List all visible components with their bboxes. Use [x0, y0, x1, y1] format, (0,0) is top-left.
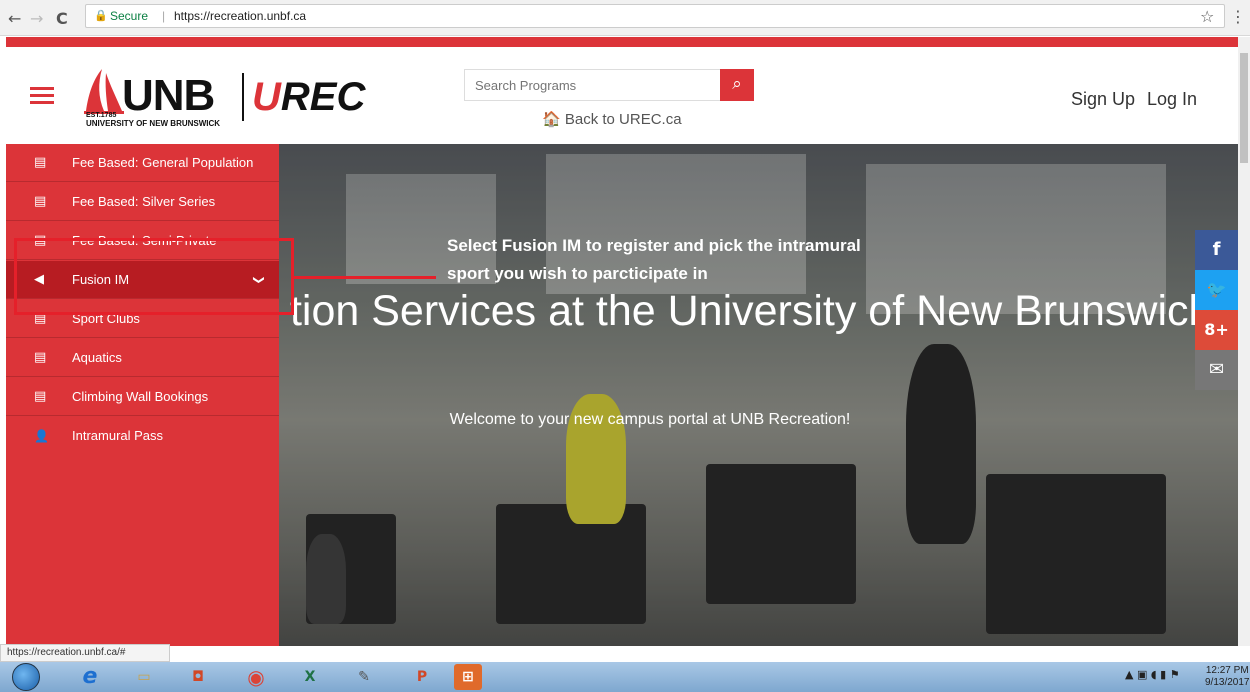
annotation-text: Select Fusion IM to register and pick th…	[447, 236, 861, 283]
menu-item-fee-based-silver-series[interactable]: ▤ Fee Based: Silver Series	[6, 183, 279, 221]
clock-time: 12:27 PM	[1205, 665, 1249, 676]
logo-est-text: EST.1785	[86, 112, 117, 119]
outlook-app-icon[interactable]: ◘	[176, 664, 220, 690]
reload-icon[interactable]: C	[56, 9, 68, 28]
list-icon: ▤	[34, 194, 47, 209]
list-icon: ▤	[34, 155, 47, 170]
app-icon[interactable]: ⊞	[454, 664, 482, 690]
list-icon: ▤	[34, 389, 47, 404]
menu-item-label: Fee Based: Silver Series	[72, 194, 216, 209]
logo-divider	[242, 73, 244, 121]
site-header: UNB EST.1785 UNIVERSITY OF NEW BRUNSWICK…	[6, 47, 1238, 144]
browser-toolbar: ← → C 🔒 Secure | https://recreation.unbf…	[0, 0, 1250, 36]
internet-explorer-icon[interactable]: e	[68, 664, 112, 690]
unb-urec-logo[interactable]: UNB EST.1785 UNIVERSITY OF NEW BRUNSWICK…	[84, 67, 384, 128]
annotation-highlight-box	[14, 238, 294, 315]
excel-icon[interactable]: X	[288, 664, 332, 690]
menu-item-label: Aquatics	[72, 350, 122, 365]
file-explorer-icon[interactable]: ▭	[122, 664, 166, 690]
back-icon[interactable]: ←	[8, 9, 21, 28]
chrome-icon[interactable]: ◉	[234, 664, 278, 690]
hero-subtitle: Welcome to your new campus portal at UNB…	[449, 411, 851, 428]
logo-unb-text: UNB	[122, 71, 215, 120]
url-text[interactable]: https://recreation.unbf.ca	[174, 5, 306, 27]
bookmark-star-icon[interactable]: ☆	[1200, 7, 1214, 26]
secure-label: Secure	[110, 9, 149, 23]
menu-item-aquatics[interactable]: ▤ Aquatics	[6, 339, 279, 377]
search-input[interactable]	[465, 70, 715, 100]
back-to-urec-link[interactable]: 🏠 Back to UREC.ca	[542, 110, 682, 128]
taskbar-clock[interactable]: 12:27 PM 9/13/2017	[1205, 665, 1250, 689]
menu-item-label: Fee Based: General Population	[72, 155, 254, 170]
google-plus-icon[interactable]: 8+	[1195, 310, 1238, 350]
scrollbar-thumb[interactable]	[1240, 53, 1248, 163]
logo-urec-text: UREC	[252, 75, 366, 119]
facebook-icon[interactable]: f	[1195, 230, 1238, 270]
paint-icon[interactable]: ✎	[342, 664, 386, 690]
logo-university-name: UNIVERSITY OF NEW BRUNSWICK	[86, 119, 221, 128]
menu-item-label: Intramural Pass	[72, 428, 164, 443]
annotation-pointer-line	[294, 276, 436, 279]
top-accent-bar	[6, 37, 1238, 47]
address-bar[interactable]: 🔒 Secure | https://recreation.unbf.ca	[85, 4, 1225, 28]
search-icon[interactable]: ⌕	[720, 69, 754, 101]
menu-item-climbing-wall-bookings[interactable]: ▤ Climbing Wall Bookings	[6, 378, 279, 416]
status-url-bar: https://recreation.unbf.ca/#	[0, 644, 170, 662]
sign-up-link[interactable]: Sign Up	[1071, 89, 1135, 110]
menu-item-intramural-pass[interactable]: 👤 Intramural Pass	[6, 417, 279, 455]
page-scrollbar[interactable]	[1238, 37, 1250, 646]
log-in-link[interactable]: Log In	[1147, 89, 1197, 110]
clock-date: 9/13/2017	[1205, 677, 1250, 688]
menu-item-label: Climbing Wall Bookings	[72, 389, 209, 404]
windows-taskbar: e ▭ ◘ ◉ X ✎ P ⊞ ▲ ▣ ◖ ▮ ⚑ 12:27 PM 9/13/…	[0, 662, 1250, 692]
browser-menu-icon[interactable]: ⋮	[1230, 7, 1246, 26]
start-button[interactable]	[12, 663, 40, 691]
system-tray-icons[interactable]: ▲ ▣ ◖ ▮ ⚑	[1125, 668, 1180, 681]
address-separator: |	[162, 9, 166, 23]
side-menu: ▤ Fee Based: General Population ▤ Fee Ba…	[6, 144, 279, 646]
user-icon: 👤	[34, 429, 49, 443]
list-icon: ▤	[34, 350, 47, 365]
twitter-icon[interactable]: 🐦	[1195, 270, 1238, 310]
lock-icon: 🔒	[94, 10, 108, 22]
forward-icon[interactable]: →	[30, 9, 43, 28]
menu-item-fee-based-general-population[interactable]: ▤ Fee Based: General Population	[6, 144, 279, 182]
powerpoint-icon[interactable]: P	[400, 664, 444, 690]
email-icon[interactable]: ✉	[1195, 350, 1238, 390]
hero-title: tion Services at the University of New B…	[289, 287, 1211, 335]
search-box: ⌕	[464, 69, 754, 101]
hamburger-menu-icon[interactable]	[30, 87, 54, 105]
